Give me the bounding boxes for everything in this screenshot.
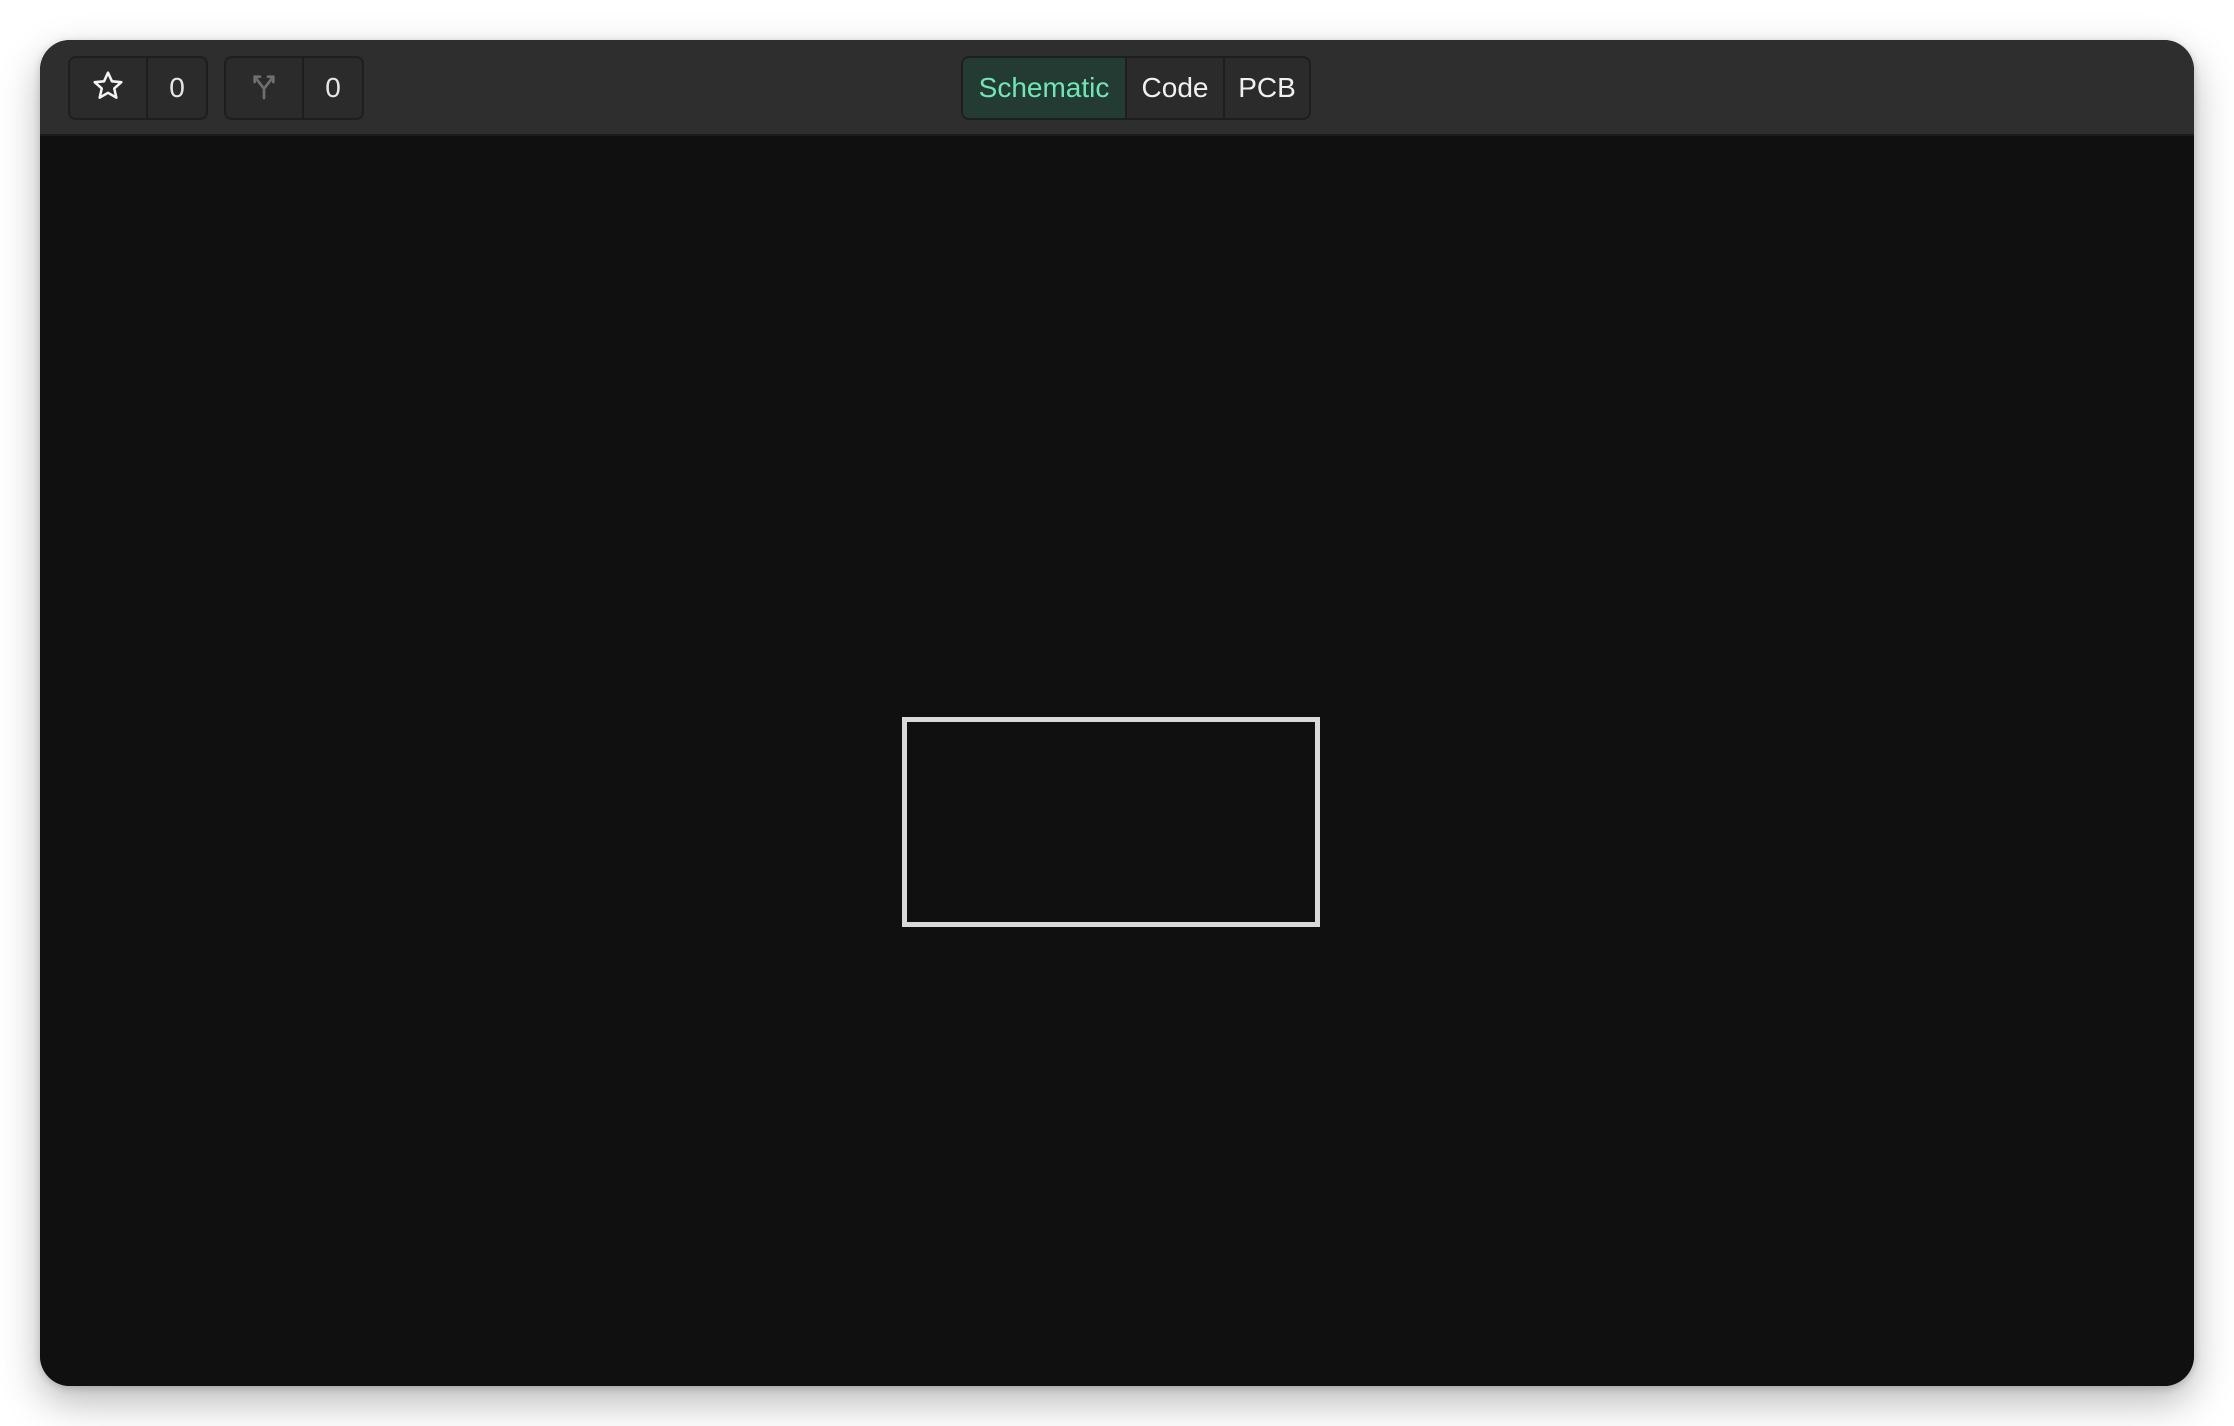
star-outline-icon <box>91 69 125 108</box>
tab-code[interactable]: Code <box>1127 58 1225 118</box>
schematic-canvas[interactable] <box>40 136 2194 1386</box>
fork-button[interactable] <box>226 58 304 118</box>
view-tabs: Schematic Code PCB <box>961 56 1311 120</box>
fork-counter: 0 <box>224 56 364 120</box>
fork-icon <box>248 70 280 107</box>
tab-schematic[interactable]: Schematic <box>963 58 1127 118</box>
tab-pcb[interactable]: PCB <box>1225 58 1309 118</box>
star-count: 0 <box>169 72 185 103</box>
star-button[interactable] <box>70 58 148 118</box>
top-toolbar: 0 0 Schematic Code PCB <box>40 40 2194 136</box>
fork-count: 0 <box>325 72 341 103</box>
app-window: 0 0 Schematic Code PCB <box>40 40 2194 1386</box>
star-counter: 0 <box>68 56 208 120</box>
schematic-component[interactable] <box>902 717 1320 927</box>
